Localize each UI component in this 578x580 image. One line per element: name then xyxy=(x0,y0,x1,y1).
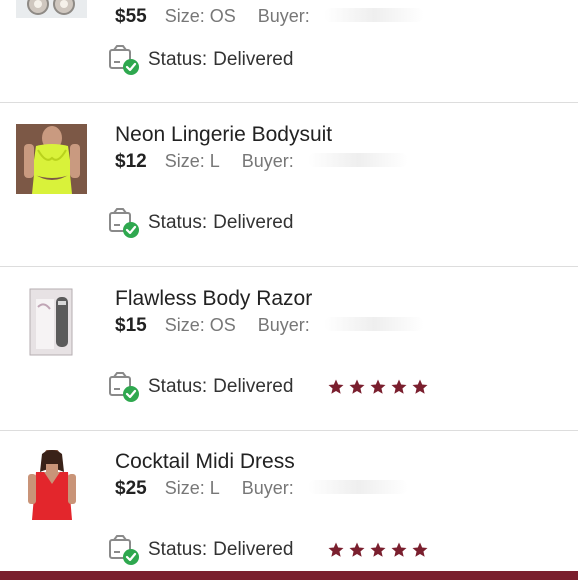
item-price: $55 xyxy=(115,6,147,27)
list-item[interactable]: $55 Size: OS Buyer: Status: Delivered xyxy=(0,0,578,103)
item-buyer-label: Buyer: xyxy=(241,151,294,171)
item-thumbnail[interactable] xyxy=(16,450,87,520)
delivered-package-icon xyxy=(108,207,140,239)
star-icon xyxy=(391,542,407,557)
buyer-name-blurred xyxy=(307,480,408,494)
status-value: Delivered xyxy=(213,49,294,70)
item-size: Size: L xyxy=(164,478,220,498)
status-label: Status: xyxy=(148,376,208,397)
status-label: Status: xyxy=(148,212,208,233)
item-price: $12 xyxy=(115,151,147,172)
item-status: Status: Delivered xyxy=(108,44,299,76)
buyer-name-blurred xyxy=(323,8,424,22)
star-icon xyxy=(370,542,386,557)
status-value: Delivered xyxy=(213,539,294,560)
bottom-bar xyxy=(0,571,578,580)
item-price: $25 xyxy=(115,478,147,499)
star-icon xyxy=(412,379,428,394)
item-size: Size: OS xyxy=(164,315,236,335)
item-thumbnail[interactable] xyxy=(16,0,87,18)
delivered-package-icon xyxy=(108,371,140,403)
delivered-package-icon xyxy=(108,534,140,566)
item-buyer-label: Buyer: xyxy=(257,315,310,335)
item-buyer-label: Buyer: xyxy=(241,478,294,498)
item-meta: $12 Size: L Buyer: xyxy=(115,151,408,173)
buyer-name-blurred xyxy=(323,317,424,331)
item-thumbnail[interactable] xyxy=(16,124,87,194)
list-item[interactable]: Neon Lingerie Bodysuit $12 Size: L Buyer… xyxy=(0,103,578,267)
item-title[interactable]: Flawless Body Razor xyxy=(115,287,312,311)
item-size: Size: L xyxy=(164,151,220,171)
item-price: $15 xyxy=(115,315,147,336)
star-icon xyxy=(391,379,407,394)
rating-stars xyxy=(327,378,429,396)
item-size: Size: OS xyxy=(164,6,236,26)
item-thumbnail[interactable] xyxy=(16,287,87,357)
star-icon xyxy=(328,542,344,557)
star-icon xyxy=(370,379,386,394)
status-label: Status: xyxy=(148,539,208,560)
star-icon xyxy=(328,379,344,394)
star-icon xyxy=(412,542,428,557)
list-item[interactable]: Cocktail Midi Dress $25 Size: L Buyer: S… xyxy=(0,431,578,571)
item-status: Status: Delivered xyxy=(108,534,429,566)
star-icon xyxy=(349,542,365,557)
item-buyer-label: Buyer: xyxy=(257,6,310,26)
rating-stars xyxy=(327,541,429,559)
status-value: Delivered xyxy=(213,376,294,397)
buyer-name-blurred xyxy=(307,153,408,167)
item-status: Status: Delivered xyxy=(108,207,299,239)
list-item[interactable]: Flawless Body Razor $15 Size: OS Buyer: … xyxy=(0,267,578,431)
item-status: Status: Delivered xyxy=(108,371,429,403)
item-meta: $15 Size: OS Buyer: xyxy=(115,315,424,337)
delivered-package-icon xyxy=(108,44,140,76)
status-value: Delivered xyxy=(213,212,294,233)
item-title[interactable]: Neon Lingerie Bodysuit xyxy=(115,123,332,147)
item-title[interactable]: Cocktail Midi Dress xyxy=(115,450,295,474)
item-meta: $55 Size: OS Buyer: xyxy=(115,6,424,28)
star-icon xyxy=(349,379,365,394)
status-label: Status: xyxy=(148,49,208,70)
item-meta: $25 Size: L Buyer: xyxy=(115,478,408,500)
